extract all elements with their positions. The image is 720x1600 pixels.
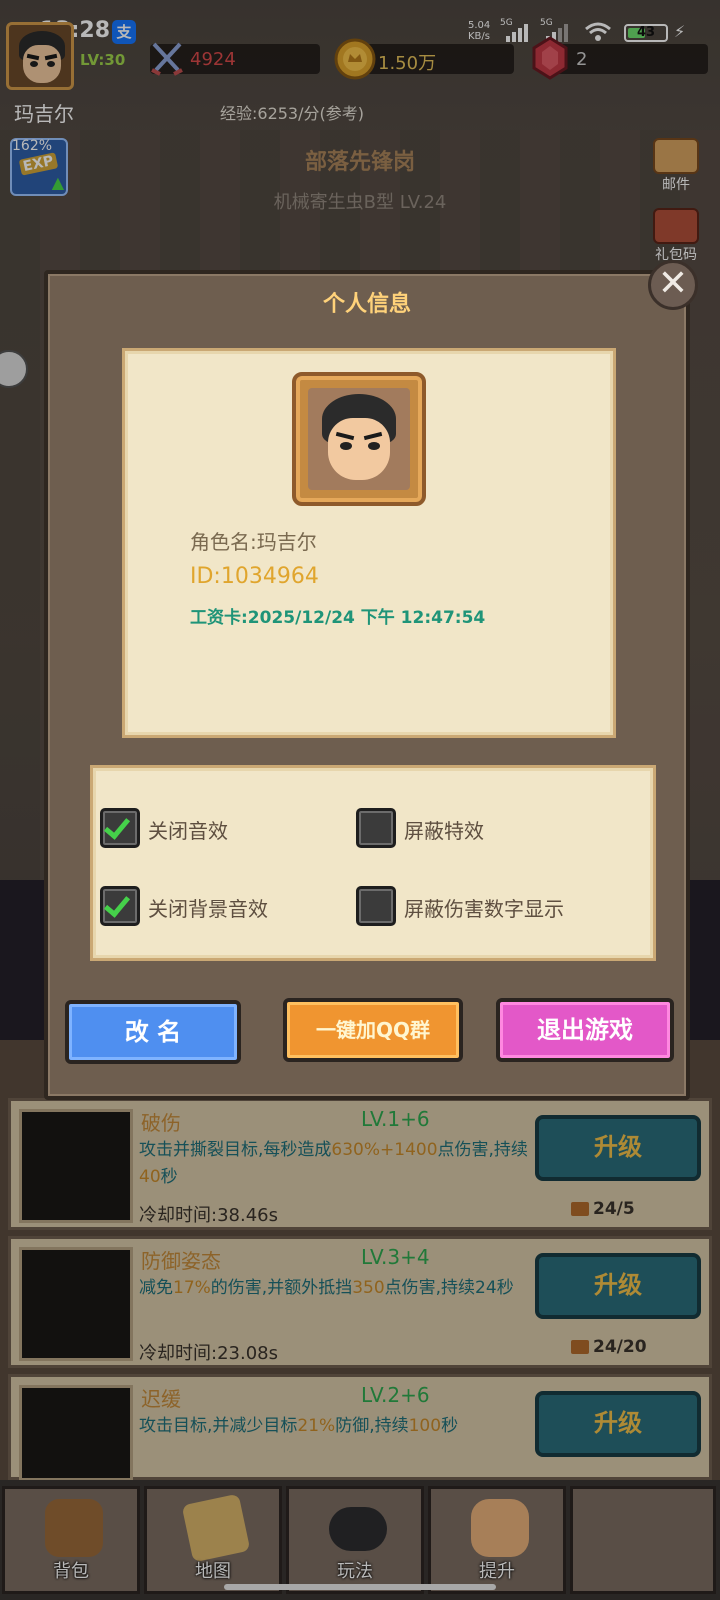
close-icon: ✕ [657,263,689,304]
player-id: ID:1034964 [190,564,319,589]
mute-bgm-checkbox[interactable]: 关闭背景音效 [100,886,340,926]
hide-effects-checkbox[interactable]: 屏蔽特效 [356,808,576,848]
dialog-title: 个人信息 [322,292,411,317]
option-label: 屏蔽伤害数字显示 [404,897,564,921]
profile-face-icon [308,388,410,490]
settings-card [90,765,656,961]
option-label: 屏蔽特效 [404,819,484,843]
hide-damage-numbers-checkbox[interactable]: 屏蔽伤害数字显示 [356,886,636,926]
character-name: 角色名:玛吉尔 [190,530,317,554]
mute-sfx-checkbox[interactable]: 关闭音效 [100,808,320,848]
checkmark-icon [103,890,131,918]
checkmark-icon [103,812,131,840]
salary-card-expiry: 工资卡:2025/12/24 下午 12:47:54 [190,608,486,628]
profile-avatar [292,372,426,506]
option-label: 关闭音效 [148,819,228,843]
exit-game-button[interactable]: 退出游戏 [496,998,674,1062]
close-button[interactable]: ✕ [648,260,698,310]
checkbox[interactable] [100,808,140,848]
rename-button[interactable]: 改 名 [65,1000,241,1064]
join-qq-group-button[interactable]: 一键加QQ群 [283,998,463,1062]
checkbox[interactable] [356,808,396,848]
option-label: 关闭背景音效 [148,897,268,921]
checkbox[interactable] [356,886,396,926]
checkbox[interactable] [100,886,140,926]
